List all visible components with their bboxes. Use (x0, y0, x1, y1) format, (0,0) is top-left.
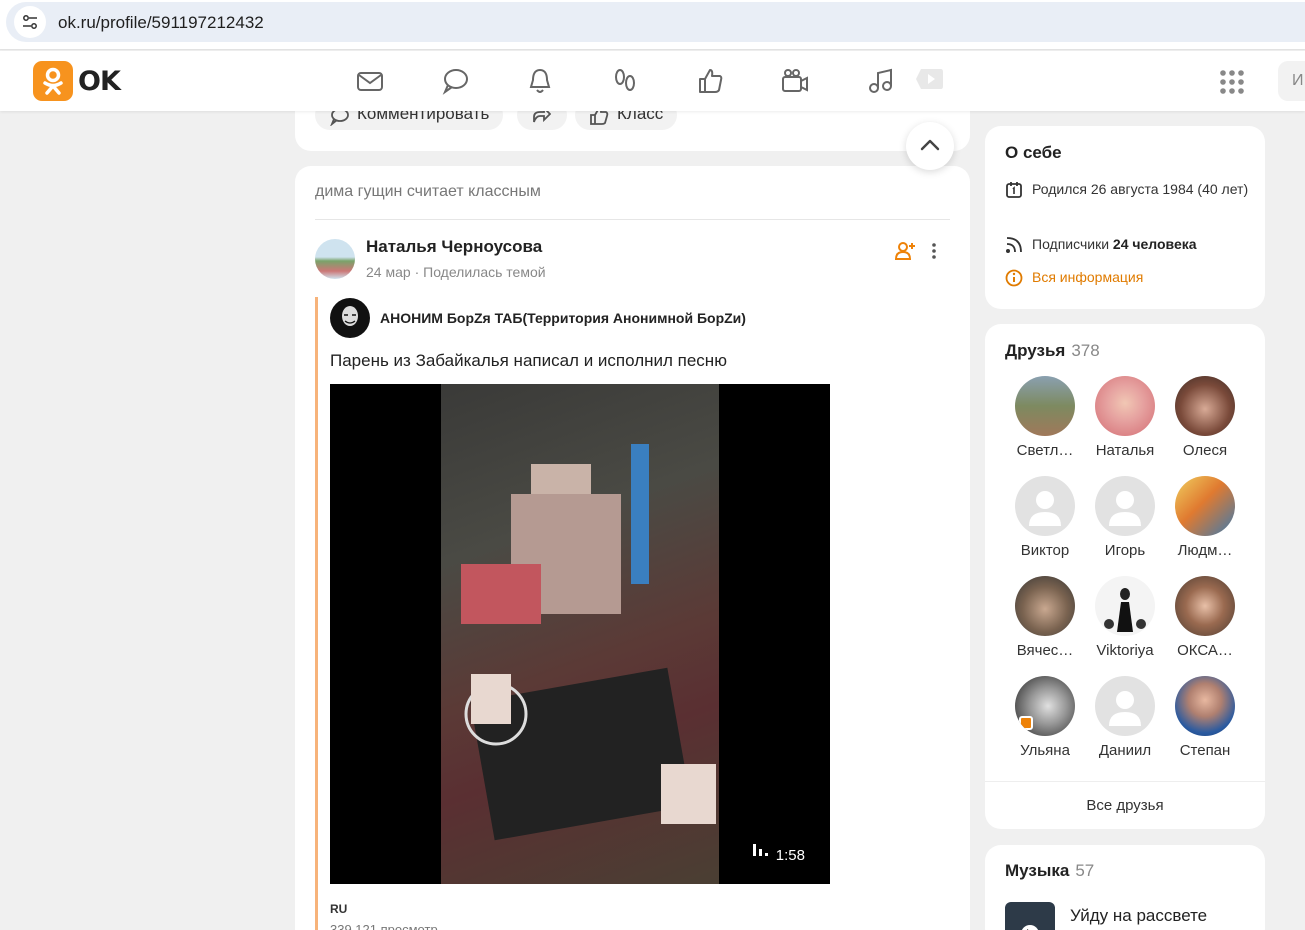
friend-avatar (1175, 576, 1235, 636)
friend-item[interactable]: Наталья (1085, 376, 1165, 459)
all-info-link[interactable]: Вся информация (1005, 266, 1257, 288)
divider (985, 781, 1265, 782)
video-frame (441, 384, 719, 884)
friend-item[interactable]: Людм… (1165, 476, 1245, 559)
about-title: О себе (1005, 143, 1062, 162)
friend-avatar (1095, 376, 1155, 436)
music-card: Музыка 57 Уйду на рассвете (985, 845, 1265, 930)
site-settings-icon[interactable] (14, 6, 46, 38)
friend-item[interactable]: Степан (1165, 676, 1245, 759)
meta-separator: · (414, 264, 424, 280)
post-meta: 24 мар · Поделилась темой (366, 264, 546, 280)
repost-accent-bar (315, 297, 318, 930)
friend-avatar (1175, 376, 1235, 436)
post-action: Поделилась темой (423, 264, 546, 280)
events-icon[interactable] (695, 66, 725, 96)
post-date[interactable]: 24 мар (366, 264, 411, 280)
video-duration: 1:58 (775, 847, 805, 864)
friend-avatar (1175, 476, 1235, 536)
default-avatar-icon (1095, 476, 1155, 536)
friend-item[interactable]: Вячес… (1005, 576, 1085, 659)
stats-icon (752, 842, 770, 861)
author-avatar[interactable] (315, 239, 355, 279)
default-avatar-icon (1095, 676, 1155, 736)
music-icon[interactable] (865, 66, 895, 96)
all-friends-link[interactable]: Все друзья (985, 797, 1265, 814)
post-text[interactable]: Парень из Забайкалья написал и исполнил … (330, 351, 727, 371)
top-navigation: OK И (0, 51, 1305, 111)
birthday-row: Родился 26 августа 1984 (40 лет) (1005, 178, 1257, 200)
friend-avatar (1175, 676, 1235, 736)
friends-title[interactable]: Друзья 378 (1005, 341, 1100, 361)
friend-item[interactable]: Виктор (1005, 476, 1085, 559)
friend-avatar (1015, 676, 1075, 736)
group-avatar[interactable] (330, 298, 370, 338)
apps-grid-icon[interactable] (1219, 69, 1245, 100)
feed-post-card: дима гущин считает классным Наталья Черн… (295, 166, 970, 930)
author-name[interactable]: Наталья Черноусова (366, 237, 542, 257)
calendar-icon (1005, 181, 1023, 205)
friend-item[interactable]: Игорь (1085, 476, 1165, 559)
omnibox[interactable]: ok.ru/profile/591197212432 (6, 2, 1305, 42)
friend-item[interactable]: Viktoriya (1085, 576, 1165, 659)
song-cover[interactable] (1005, 902, 1055, 930)
messages-icon[interactable] (355, 66, 385, 96)
friend-item[interactable]: Даниил (1085, 676, 1165, 759)
friend-avatar (1015, 576, 1075, 636)
divider (315, 219, 950, 220)
scroll-to-top-button[interactable] (906, 122, 954, 170)
notifications-icon[interactable] (525, 66, 555, 96)
logo-text[interactable]: OK (78, 66, 121, 97)
liked-by-line[interactable]: дима гущин считает классным (315, 183, 541, 201)
guests-icon[interactable] (610, 66, 640, 96)
friend-avatar (1015, 376, 1075, 436)
about-card: О себе Родился 26 августа 1984 (40 лет) … (985, 126, 1265, 309)
group-name[interactable]: АНОНИМ БорZя ТАБ(Территория Анонимной Бо… (380, 310, 746, 326)
song-title[interactable]: Уйду на рассвете (1070, 906, 1207, 926)
friend-item[interactable]: ОКСА… (1165, 576, 1245, 659)
music-title[interactable]: Музыка 57 (1005, 861, 1094, 881)
browser-address-bar: ok.ru/profile/591197212432 (0, 0, 1305, 50)
search-input[interactable]: И (1278, 61, 1305, 101)
video-player[interactable]: 1:58 (330, 384, 830, 884)
friend-item[interactable]: Олеся (1165, 376, 1245, 459)
video-icon[interactable] (780, 66, 810, 96)
discussions-icon[interactable] (440, 66, 470, 96)
friends-card: Друзья 378 Светл… Наталья Олеся Виктор Иг… (985, 324, 1265, 829)
chevron-up-icon (920, 139, 940, 151)
video-showcase-icon[interactable] (915, 65, 945, 95)
online-badge-icon (1019, 716, 1033, 730)
ok-logo-icon[interactable] (33, 61, 73, 101)
subscribers-row[interactable]: Подписчики 24 человека (1005, 233, 1257, 255)
rss-icon (1005, 236, 1023, 260)
friend-item[interactable]: Ульяна (1005, 676, 1085, 759)
video-language: RU (330, 902, 348, 916)
default-avatar-icon (1015, 476, 1075, 536)
video-views: 339 121 просмотр (330, 922, 438, 930)
add-friend-icon[interactable] (894, 241, 916, 266)
more-options-icon[interactable] (929, 241, 939, 261)
friend-avatar (1095, 576, 1155, 636)
url-text[interactable]: ok.ru/profile/591197212432 (58, 13, 264, 33)
info-icon (1005, 269, 1023, 293)
friend-item[interactable]: Светл… (1005, 376, 1085, 459)
